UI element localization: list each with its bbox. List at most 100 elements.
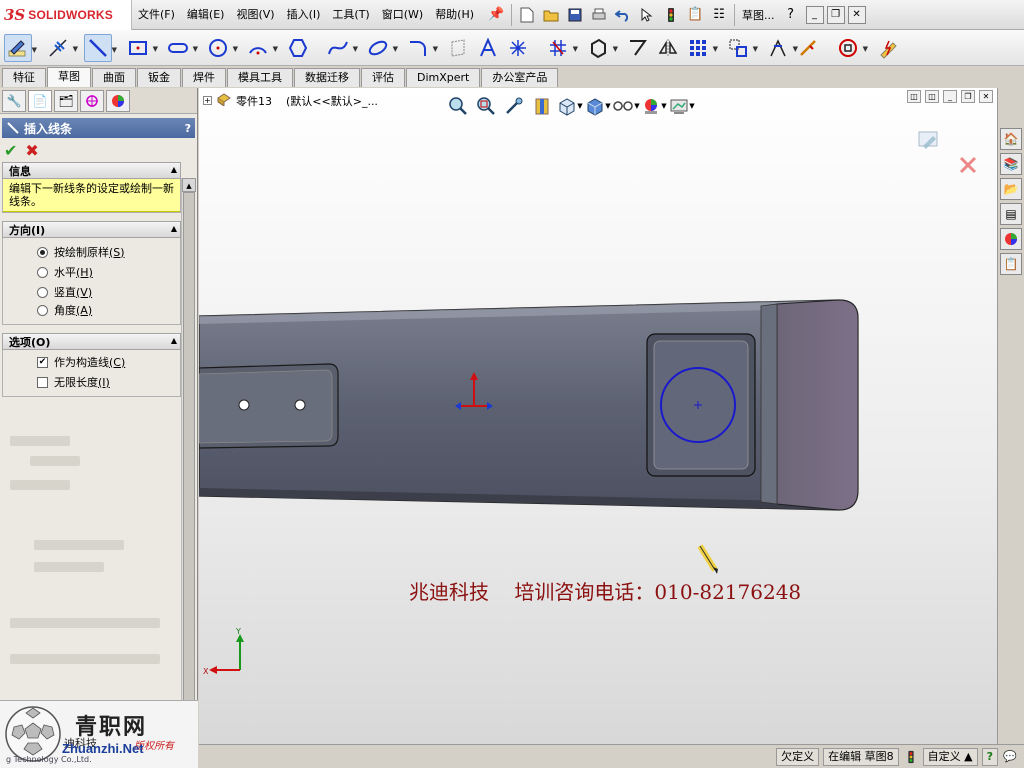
dimxpert-manager-tab-icon[interactable] <box>80 89 104 112</box>
collapse-icon[interactable]: ▲ <box>171 165 177 174</box>
select-arrow-icon[interactable] <box>636 4 658 26</box>
checkbox[interactable] <box>37 376 48 388</box>
tab-dimxpert[interactable]: DimXpert <box>406 68 481 87</box>
edit-sketch-icon[interactable]: ▼ <box>4 33 37 62</box>
save-icon[interactable] <box>564 4 586 26</box>
menu-window[interactable]: 窗口(W) <box>376 0 429 30</box>
radio-horizontal[interactable]: 水平 (H) <box>3 262 180 282</box>
viewport-minimize-icon[interactable]: _ <box>943 90 957 103</box>
open-folder-icon[interactable] <box>540 4 562 26</box>
menu-view[interactable]: 视图(V) <box>230 0 280 30</box>
solidworks-logo[interactable]: 3S SOLIDWORKS <box>0 0 132 30</box>
collapse-icon[interactable]: ▲ <box>171 336 177 345</box>
move-entities-icon[interactable]: ▼ <box>724 34 758 62</box>
viewport-close-icon[interactable]: ✕ <box>979 90 993 103</box>
sw-resources-icon[interactable]: 🏠 <box>1000 128 1022 150</box>
spline-tool-icon[interactable]: ▼ <box>324 34 358 62</box>
plane-tool-icon[interactable] <box>444 34 472 62</box>
sketch-dropdown[interactable]: 草图... <box>738 7 779 23</box>
units-dropdown[interactable]: 自定义 ▲ <box>922 747 978 766</box>
menu-tools[interactable]: 工具(T) <box>326 0 375 30</box>
feature-manager-tab-icon[interactable]: 🔧 <box>2 89 26 112</box>
line-tool-icon[interactable]: ▼ <box>84 33 117 62</box>
display-relations-icon[interactable]: ▼ <box>764 34 798 62</box>
tooltip-bubble-icon[interactable]: 💬 <box>1002 749 1018 765</box>
checkbox-construction[interactable]: ✔ 作为构造线 (C) <box>3 352 180 372</box>
rapid-sketch-icon[interactable] <box>874 34 902 62</box>
radio-button[interactable] <box>37 304 48 316</box>
radio-as-sketched[interactable]: 按绘制原样 (S) <box>3 242 180 262</box>
ellipse-tool-icon[interactable]: ▼ <box>364 34 398 62</box>
viewport-restore-icon[interactable]: ❐ <box>961 90 975 103</box>
ok-check-button[interactable]: ✔ <box>4 141 17 160</box>
tab-surfaces[interactable]: 曲面 <box>92 68 136 87</box>
exit-sketch-icon[interactable] <box>918 131 938 149</box>
display-manager-tab-icon[interactable] <box>106 89 130 112</box>
rebuild-traffic-light-icon[interactable] <box>660 4 682 26</box>
restore-button[interactable]: ❐ <box>826 5 845 24</box>
new-document-icon[interactable] <box>516 4 538 26</box>
cancel-x-button[interactable]: ✖ <box>25 141 38 160</box>
radio-button[interactable] <box>37 266 48 278</box>
appearances-icon[interactable] <box>1000 228 1022 250</box>
tab-data-migration[interactable]: 数据迁移 <box>294 68 360 87</box>
viewport-split-vertical-icon[interactable]: ◫ <box>925 90 939 103</box>
panel-scrollbar[interactable]: ▲ ▼ <box>181 178 196 768</box>
view-orientation-icon[interactable]: ▼ <box>556 94 584 118</box>
custom-properties-icon[interactable]: 📋 <box>1000 253 1022 275</box>
scroll-thumb[interactable] <box>183 192 195 712</box>
part-name[interactable]: 零件13 <box>236 93 272 109</box>
zoom-to-area-icon[interactable] <box>472 94 500 118</box>
repair-sketch-icon[interactable]: ▼ <box>834 34 868 62</box>
menu-file[interactable]: 文件(F) <box>132 0 181 30</box>
rectangle-tool-icon[interactable]: ▼ <box>124 34 158 62</box>
slot-tool-icon[interactable]: ▼ <box>164 34 198 62</box>
tab-mold-tools[interactable]: 模具工具 <box>227 68 293 87</box>
text-tool-icon[interactable] <box>474 34 502 62</box>
options-icon[interactable]: ☷ <box>708 4 730 26</box>
expand-icon[interactable]: + <box>203 96 212 105</box>
scroll-up-arrow[interactable]: ▲ <box>182 178 196 192</box>
tab-sketch[interactable]: 草图 <box>47 67 91 87</box>
polygon-tool-icon[interactable] <box>284 34 312 62</box>
display-style-icon[interactable]: ▼ <box>584 94 612 118</box>
point-tool-icon[interactable] <box>504 34 532 62</box>
print-icon[interactable] <box>588 4 610 26</box>
hide-show-items-icon[interactable]: ▼ <box>612 94 640 118</box>
hole-point[interactable] <box>294 399 306 411</box>
orientation-group-header[interactable]: 方向(I) ▲ <box>2 221 181 238</box>
menu-edit[interactable]: 编辑(E) <box>181 0 231 30</box>
section-view-icon[interactable] <box>528 94 556 118</box>
options-group-header[interactable]: 选项(O) ▲ <box>2 333 181 350</box>
minimize-button[interactable]: _ <box>805 5 824 24</box>
zoom-to-fit-icon[interactable] <box>444 94 472 118</box>
pm-help-icon[interactable]: ? <box>185 122 191 135</box>
smart-dimension-icon[interactable]: ▼ <box>44 34 78 62</box>
tab-evaluate[interactable]: 评估 <box>361 68 405 87</box>
part-model[interactable] <box>199 288 899 528</box>
tab-sheet-metal[interactable]: 钣金 <box>137 68 181 87</box>
configuration-manager-tab-icon[interactable]: 🗂 <box>54 89 78 112</box>
hole-point[interactable] <box>238 399 250 411</box>
previous-view-icon[interactable] <box>500 94 528 118</box>
status-help-button[interactable]: ? <box>981 747 998 766</box>
tab-features[interactable]: 特征 <box>2 68 46 87</box>
mirror-entities-icon[interactable] <box>654 34 682 62</box>
viewport-split-horizontal-icon[interactable]: ◫ <box>907 90 921 103</box>
checkbox-infinite-length[interactable]: 无限长度 (I) <box>3 372 180 392</box>
checkbox[interactable]: ✔ <box>37 356 48 368</box>
graphics-area[interactable]: + 零件13 (默认<<默认>_... ▼ ▼ ▼ ▼ ▼ ◫ ◫ _ ❐ ✕ … <box>199 88 997 744</box>
trim-entities-icon[interactable]: ▼ <box>544 34 578 62</box>
menu-insert[interactable]: 插入(I) <box>281 0 327 30</box>
file-explorer-icon[interactable]: 📂 <box>1000 178 1022 200</box>
convert-entities-icon[interactable]: ▼ <box>584 34 618 62</box>
radio-button[interactable] <box>37 246 48 258</box>
undo-icon[interactable] <box>612 4 634 26</box>
quick-snaps-icon[interactable] <box>794 34 822 62</box>
help-icon[interactable]: ? <box>780 4 802 26</box>
view-palette-icon[interactable]: ▤ <box>1000 203 1022 225</box>
apply-scene-icon[interactable]: ▼ <box>668 94 696 118</box>
linear-pattern-icon[interactable]: ▼ <box>684 34 718 62</box>
discard-sketch-x-icon[interactable] <box>959 156 977 174</box>
design-library-icon[interactable]: 📚 <box>1000 153 1022 175</box>
